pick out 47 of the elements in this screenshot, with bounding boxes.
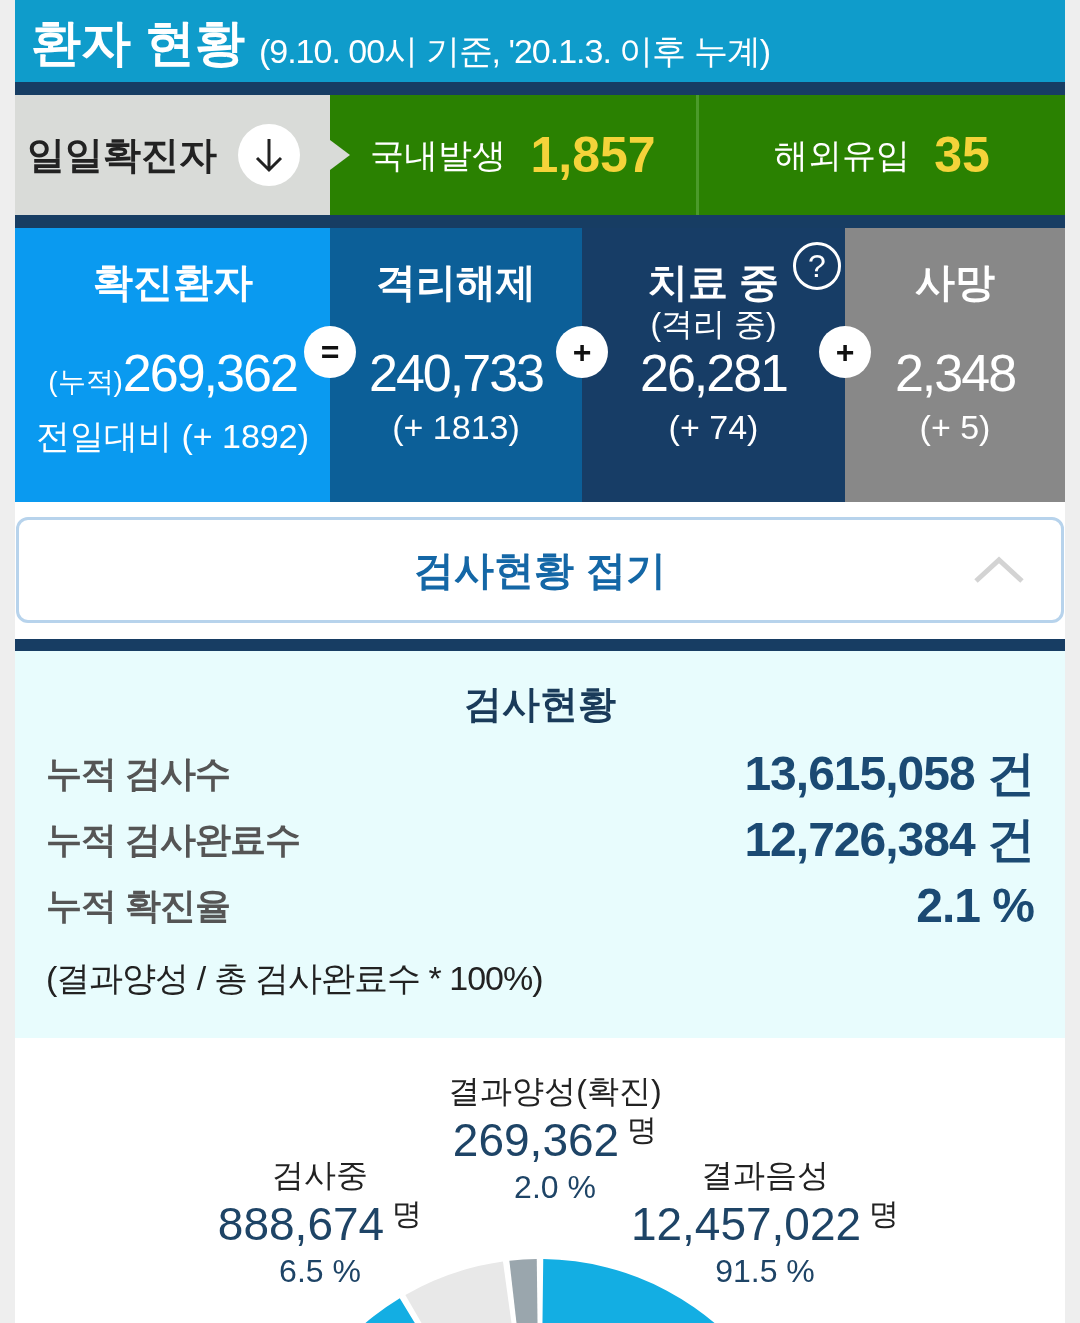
legend-value: 12,457,022 xyxy=(630,1197,862,1252)
daily-label: 일일확진자 xyxy=(27,132,217,178)
legend-label: 검사중 xyxy=(272,1156,368,1195)
operator-badge: + xyxy=(819,326,871,378)
page-subtitle: (9.10. 00시 기준, '20.1.3. 이후 누계) xyxy=(258,34,771,68)
operator-badge: = xyxy=(304,326,356,378)
stat-title: 격리해제 xyxy=(376,259,536,306)
stat-label: 누적 검사수 xyxy=(46,752,230,796)
stat-value: 2.1 % xyxy=(916,878,1034,934)
legend-unit: 명 xyxy=(627,1112,658,1148)
formula-note: (결과양성 / 총 검사완료수 * 100%) xyxy=(46,958,544,999)
legend-percent: 91.5 % xyxy=(715,1252,815,1290)
legend-unit: 명 xyxy=(392,1196,423,1232)
help-button[interactable]: ? xyxy=(793,242,841,290)
legend-value: 888,674 xyxy=(217,1197,385,1252)
daily-item-value: 35 xyxy=(934,125,990,185)
daily-item-label: 국내발생 xyxy=(370,134,507,176)
arrow-down-icon xyxy=(254,137,284,173)
stat-value: 2,348 xyxy=(894,343,1016,404)
legend-label: 결과양성(확진) xyxy=(448,1072,662,1111)
stat-subtitle: (격리 중) xyxy=(650,306,777,342)
operator-badge: + xyxy=(556,326,608,378)
stat-value: 240,733 xyxy=(369,343,543,404)
stat-title: 확진환자 xyxy=(92,259,253,306)
stat-change: 전일대비 (+ 1892) xyxy=(36,416,309,457)
section-title: 검사현황 xyxy=(463,685,617,723)
legend-percent: 6.5 % xyxy=(279,1252,361,1290)
collapse-button[interactable]: 검사현황 접기 xyxy=(16,517,1064,623)
daily-item-label: 해외유입 xyxy=(774,134,911,176)
stat-value: 12,726,384 건 xyxy=(744,812,1034,868)
stat-value: 269,362 xyxy=(122,343,297,404)
stat-value: 26,281 xyxy=(639,343,787,404)
stat-label: 누적 확진율 xyxy=(46,884,230,928)
stat-change: (+ 74) xyxy=(668,407,759,448)
page-title: 환자 현황 xyxy=(31,18,245,68)
legend-value: 269,362 xyxy=(452,1113,620,1168)
legend-percent: 2.0 % xyxy=(514,1168,596,1206)
stat-title: 치료 중 xyxy=(647,259,780,306)
stat-change: (+ 1813) xyxy=(392,407,520,448)
stat-change: (+ 5) xyxy=(919,407,991,448)
stat-prefix: (누적) xyxy=(48,365,123,399)
legend-label: 결과음성 xyxy=(701,1156,829,1195)
stat-title: 사망 xyxy=(915,259,995,306)
stat-label: 누적 검사완료수 xyxy=(46,818,300,862)
daily-item-value: 1,857 xyxy=(530,125,656,185)
legend-unit: 명 xyxy=(869,1196,900,1232)
stat-value: 13,615,058 건 xyxy=(744,746,1034,802)
